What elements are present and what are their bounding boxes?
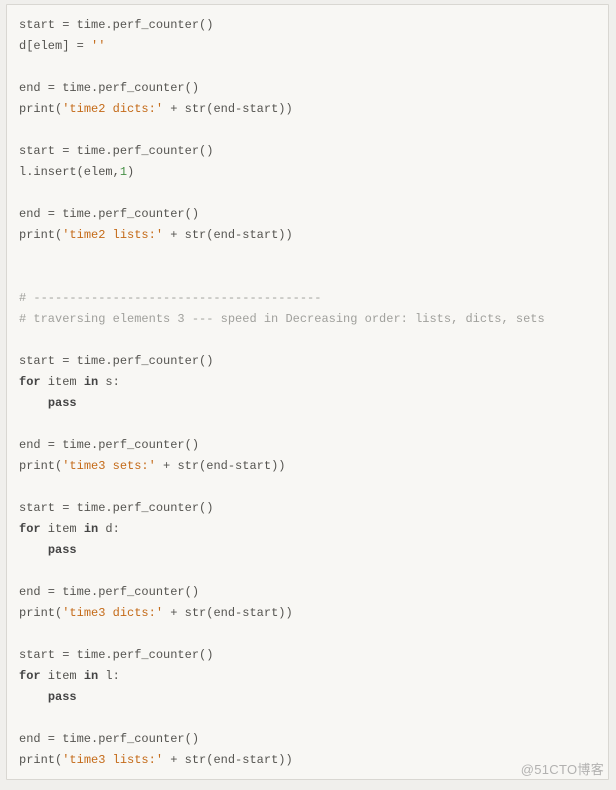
code-line: end = time.perf_counter(): [19, 729, 596, 750]
code-line: for item in s:: [19, 372, 596, 393]
code-line: [19, 183, 596, 204]
code-line: start = time.perf_counter(): [19, 141, 596, 162]
code-line: [19, 477, 596, 498]
code-line: [19, 624, 596, 645]
code-token: pass: [48, 690, 77, 704]
code-line: start = time.perf_counter(): [19, 498, 596, 519]
code-line: [19, 246, 596, 267]
code-token: [19, 396, 48, 410]
code-token: # --------------------------------------…: [19, 291, 321, 305]
code-token: start = time.perf_counter(): [19, 648, 213, 662]
code-token: start = time.perf_counter(): [19, 144, 213, 158]
code-token: end = time.perf_counter(): [19, 81, 199, 95]
code-token: item: [41, 375, 84, 389]
code-line: end = time.perf_counter(): [19, 204, 596, 225]
code-token: in: [84, 669, 98, 683]
code-token: [19, 543, 48, 557]
code-line: # --------------------------------------…: [19, 288, 596, 309]
code-token: # traversing elements 3 --- speed in Dec…: [19, 312, 545, 326]
code-line: start = time.perf_counter(): [19, 15, 596, 36]
code-token: pass: [48, 543, 77, 557]
code-token: + str(end-start)): [163, 102, 293, 116]
code-line: end = time.perf_counter(): [19, 78, 596, 99]
code-token: print(: [19, 753, 62, 767]
code-line: end = time.perf_counter(): [19, 435, 596, 456]
code-line: start = time.perf_counter(): [19, 351, 596, 372]
code-token: + str(end-start)): [163, 606, 293, 620]
code-token: [19, 690, 48, 704]
code-line: # traversing elements 3 --- speed in Dec…: [19, 309, 596, 330]
code-token: + str(end-start)): [156, 459, 286, 473]
code-token: 'time3 sets:': [62, 459, 156, 473]
code-line: print('time3 lists:' + str(end-start)): [19, 750, 596, 771]
code-block: start = time.perf_counter()d[elem] = '' …: [6, 4, 609, 780]
code-line: [19, 414, 596, 435]
code-token: print(: [19, 606, 62, 620]
code-line: pass: [19, 687, 596, 708]
code-token: end = time.perf_counter(): [19, 207, 199, 221]
code-token: print(: [19, 459, 62, 473]
code-token: for: [19, 375, 41, 389]
code-line: start = time.perf_counter(): [19, 645, 596, 666]
code-line: [19, 330, 596, 351]
code-line: pass: [19, 540, 596, 561]
code-token: 'time2 dicts:': [62, 102, 163, 116]
code-token: start = time.perf_counter(): [19, 354, 213, 368]
code-line: for item in l:: [19, 666, 596, 687]
code-token: 'time3 lists:': [62, 753, 163, 767]
code-token: print(: [19, 102, 62, 116]
code-token: print(: [19, 228, 62, 242]
code-token: end = time.perf_counter(): [19, 438, 199, 452]
code-token: + str(end-start)): [163, 753, 293, 767]
code-token: d:: [98, 522, 120, 536]
code-token: d[elem] =: [19, 39, 91, 53]
code-line: print('time3 sets:' + str(end-start)): [19, 456, 596, 477]
code-token: in: [84, 522, 98, 536]
code-token: s:: [98, 375, 120, 389]
code-token: item: [41, 522, 84, 536]
code-line: for item in d:: [19, 519, 596, 540]
code-line: end = time.perf_counter(): [19, 582, 596, 603]
code-line: print('time2 dicts:' + str(end-start)): [19, 99, 596, 120]
code-token: l.insert(elem,: [19, 165, 120, 179]
code-token: l:: [98, 669, 120, 683]
code-line: [19, 267, 596, 288]
code-line: print('time3 dicts:' + str(end-start)): [19, 603, 596, 624]
code-token: pass: [48, 396, 77, 410]
code-line: l.insert(elem,1): [19, 162, 596, 183]
code-token: start = time.perf_counter(): [19, 18, 213, 32]
code-line: print('time2 lists:' + str(end-start)): [19, 225, 596, 246]
code-line: [19, 120, 596, 141]
code-line: [19, 708, 596, 729]
code-token: 'time2 lists:': [62, 228, 163, 242]
code-token: end = time.perf_counter(): [19, 732, 199, 746]
code-line: d[elem] = '': [19, 36, 596, 57]
code-line: [19, 561, 596, 582]
code-token: ): [127, 165, 134, 179]
code-line: pass: [19, 393, 596, 414]
code-line: [19, 57, 596, 78]
code-token: 'time3 dicts:': [62, 606, 163, 620]
code-token: for: [19, 522, 41, 536]
code-token: start = time.perf_counter(): [19, 501, 213, 515]
code-token: 1: [120, 165, 127, 179]
code-token: + str(end-start)): [163, 228, 293, 242]
code-token: end = time.perf_counter(): [19, 585, 199, 599]
code-token: item: [41, 669, 84, 683]
code-token: for: [19, 669, 41, 683]
code-token: '': [91, 39, 105, 53]
code-token: in: [84, 375, 98, 389]
